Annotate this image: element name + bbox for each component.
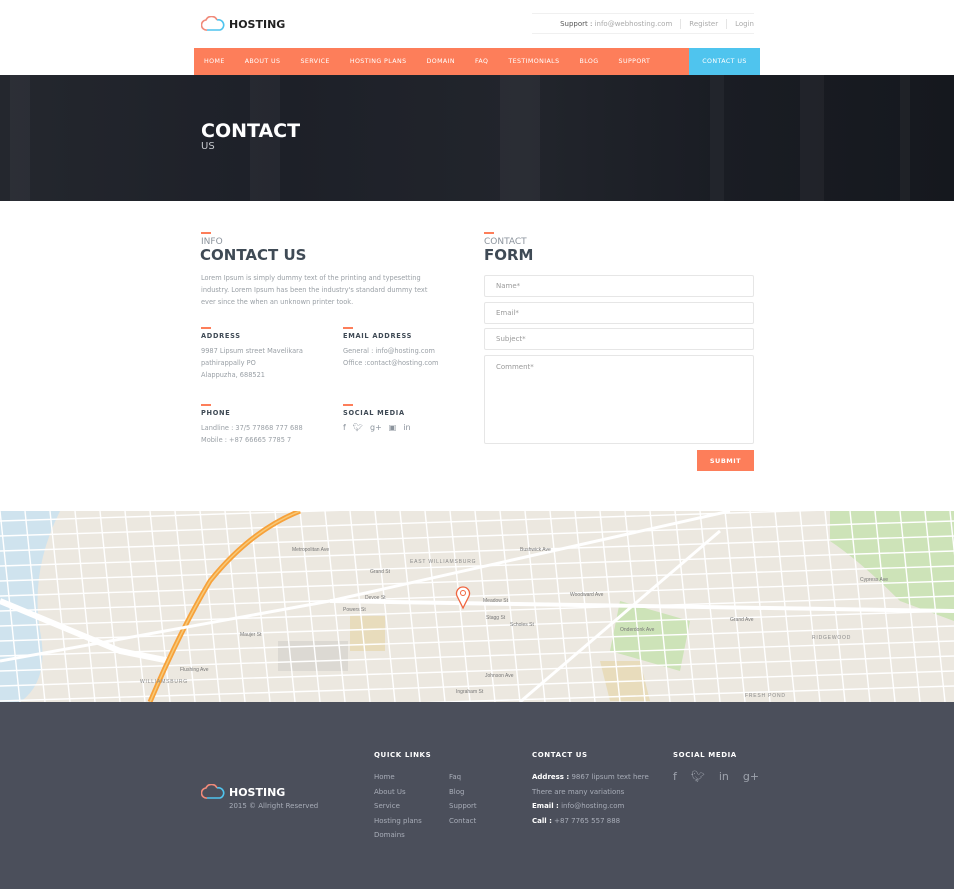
footer-contact-title: CONTACT US bbox=[532, 751, 588, 759]
linkedin-icon[interactable]: in bbox=[403, 423, 410, 432]
footer-link-faq[interactable]: Faq bbox=[449, 770, 477, 785]
nav-about-us[interactable]: ABOUT US bbox=[235, 48, 291, 75]
map-label: Maujer St bbox=[240, 632, 262, 638]
divider bbox=[726, 18, 728, 29]
map-label: Scholes St bbox=[510, 622, 535, 628]
main-nav: HOME ABOUT US SERVICE HOSTING PLANS DOMA… bbox=[194, 48, 760, 75]
footer-social-icons: f 🐦︎ in g+ bbox=[673, 770, 759, 783]
map-label: EAST WILLIAMSBURG bbox=[410, 559, 476, 565]
comment-textarea[interactable]: Comment* bbox=[484, 355, 754, 444]
footer-link-hosting-plans[interactable]: Hosting plans bbox=[374, 814, 422, 829]
quick-links-title: QUICK LINKS bbox=[374, 751, 432, 759]
logo-text: HOSTING bbox=[229, 17, 286, 31]
map-label: Powers St bbox=[343, 607, 366, 613]
linkedin-icon[interactable]: in bbox=[719, 770, 729, 783]
nav-faq[interactable]: FAQ bbox=[465, 48, 498, 75]
twitter-icon[interactable]: 🐦︎ bbox=[353, 423, 363, 432]
map-label: Grand St bbox=[370, 569, 391, 575]
support-email[interactable]: info@webhosting.com bbox=[595, 20, 673, 28]
quick-links-col2: Faq Blog Support Contact bbox=[449, 770, 477, 828]
submit-button[interactable]: SUBMIT bbox=[697, 450, 754, 471]
nav-home[interactable]: HOME bbox=[194, 48, 235, 75]
accent-dash bbox=[484, 232, 494, 234]
map-label: Stagg St bbox=[486, 615, 506, 621]
footer-link-support[interactable]: Support bbox=[449, 799, 477, 814]
map-label: FRESH POND bbox=[745, 693, 786, 699]
map-label: Johnson Ave bbox=[485, 673, 514, 679]
phone-label: PHONE bbox=[201, 409, 231, 417]
accent-dash bbox=[343, 404, 353, 406]
footer-logo[interactable]: HOSTING bbox=[201, 784, 285, 800]
map-label: Bushwick Ave bbox=[520, 547, 551, 553]
footer-contact: Address : 9867 lipsum text here There ar… bbox=[532, 773, 649, 825]
nav-support[interactable]: SUPPORT bbox=[609, 48, 661, 75]
nav-contact-us[interactable]: CONTACT US bbox=[689, 48, 760, 75]
footer-link-home[interactable]: Home bbox=[374, 770, 422, 785]
nav-domain[interactable]: DOMAIN bbox=[416, 48, 465, 75]
map-label: Devoe St bbox=[365, 595, 386, 601]
map-label: Ingraham St bbox=[456, 689, 484, 695]
hero-subtitle: US bbox=[201, 141, 215, 152]
address-lines: 9987 Lipsum street Mavelikara pathirappal… bbox=[201, 347, 303, 379]
facebook-icon[interactable]: f bbox=[343, 423, 346, 432]
map[interactable]: EAST WILLIAMSBURG WILLIAMSBURG RIDGEWOOD FR… bbox=[0, 511, 954, 702]
map-label: Woodward Ave bbox=[570, 592, 604, 598]
email-lines: General : info@hosting.com Office :contac… bbox=[343, 347, 439, 367]
google-plus-icon[interactable]: g+ bbox=[370, 423, 382, 432]
register-link[interactable]: Register bbox=[689, 20, 718, 28]
accent-dash bbox=[343, 327, 353, 329]
footer-link-about[interactable]: About Us bbox=[374, 785, 422, 800]
quick-links-col1: Home About Us Service Hosting plans Doma… bbox=[374, 770, 422, 843]
map-label: WILLIAMSBURG bbox=[140, 679, 188, 685]
nav-blog[interactable]: BLOG bbox=[570, 48, 609, 75]
hero-title: CONTACT bbox=[201, 120, 301, 142]
footer-link-service[interactable]: Service bbox=[374, 799, 422, 814]
google-plus-icon[interactable]: g+ bbox=[743, 770, 759, 783]
facebook-icon[interactable]: f bbox=[673, 770, 677, 783]
youtube-icon[interactable]: ▣ bbox=[389, 423, 397, 432]
email-label: EMAIL ADDRESS bbox=[343, 332, 413, 340]
support-info: Support : info@webhosting.com bbox=[560, 19, 673, 28]
footer bbox=[0, 702, 954, 889]
nav-hosting-plans[interactable]: HOSTING PLANS bbox=[340, 48, 417, 75]
accent-dash bbox=[201, 404, 211, 406]
map-label: Flushing Ave bbox=[180, 667, 209, 673]
footer-link-contact[interactable]: Contact bbox=[449, 814, 477, 829]
social-label: SOCIAL MEDIA bbox=[343, 409, 405, 417]
divider bbox=[680, 18, 682, 29]
cloud-logo-icon bbox=[201, 16, 225, 31]
accent-dash bbox=[201, 232, 211, 234]
top-links: Support : info@webhosting.com Register L… bbox=[532, 13, 754, 34]
form-title: FORM bbox=[484, 246, 534, 264]
logo[interactable]: HOSTING bbox=[201, 16, 285, 32]
map-label: Onderdonk Ave bbox=[620, 627, 655, 633]
subject-input[interactable]: Subject* bbox=[484, 328, 754, 350]
phone-lines: Landline : 37/5 77868 777 688 Mobile : +8… bbox=[201, 424, 303, 444]
map-canvas[interactable]: EAST WILLIAMSBURG WILLIAMSBURG RIDGEWOOD FR… bbox=[0, 511, 954, 702]
footer-link-blog[interactable]: Blog bbox=[449, 785, 477, 800]
nav-service[interactable]: SERVICE bbox=[290, 48, 339, 75]
map-label: Cypress Ave bbox=[860, 577, 888, 583]
login-link[interactable]: Login bbox=[735, 20, 754, 28]
accent-dash bbox=[201, 327, 211, 329]
map-label: RIDGEWOOD bbox=[812, 635, 851, 641]
cloud-logo-icon bbox=[201, 784, 225, 799]
nav-testimonials[interactable]: TESTIMONIALS bbox=[498, 48, 569, 75]
info-title: CONTACT US bbox=[200, 246, 307, 264]
twitter-icon[interactable]: 🐦︎ bbox=[691, 770, 705, 783]
name-input[interactable]: Name* bbox=[484, 275, 754, 297]
footer-logo-text: HOSTING bbox=[229, 785, 286, 799]
hero-banner bbox=[0, 75, 954, 201]
info-text: Lorem Ipsum is simply dummy text of the … bbox=[201, 274, 428, 306]
email-input[interactable]: Email* bbox=[484, 302, 754, 324]
map-label: Metropolitan Ave bbox=[292, 547, 329, 553]
address-label: ADDRESS bbox=[201, 332, 241, 340]
map-label: Grand Ave bbox=[730, 617, 754, 623]
map-label: Meadow St bbox=[483, 598, 509, 604]
social-icons: f 🐦︎ g+ ▣ in bbox=[343, 423, 411, 432]
footer-link-domains[interactable]: Domains bbox=[374, 828, 422, 843]
copyright: 2015 © Allright Reserved bbox=[229, 802, 319, 810]
footer-social-title: SOCIAL MEDIA bbox=[673, 751, 737, 759]
